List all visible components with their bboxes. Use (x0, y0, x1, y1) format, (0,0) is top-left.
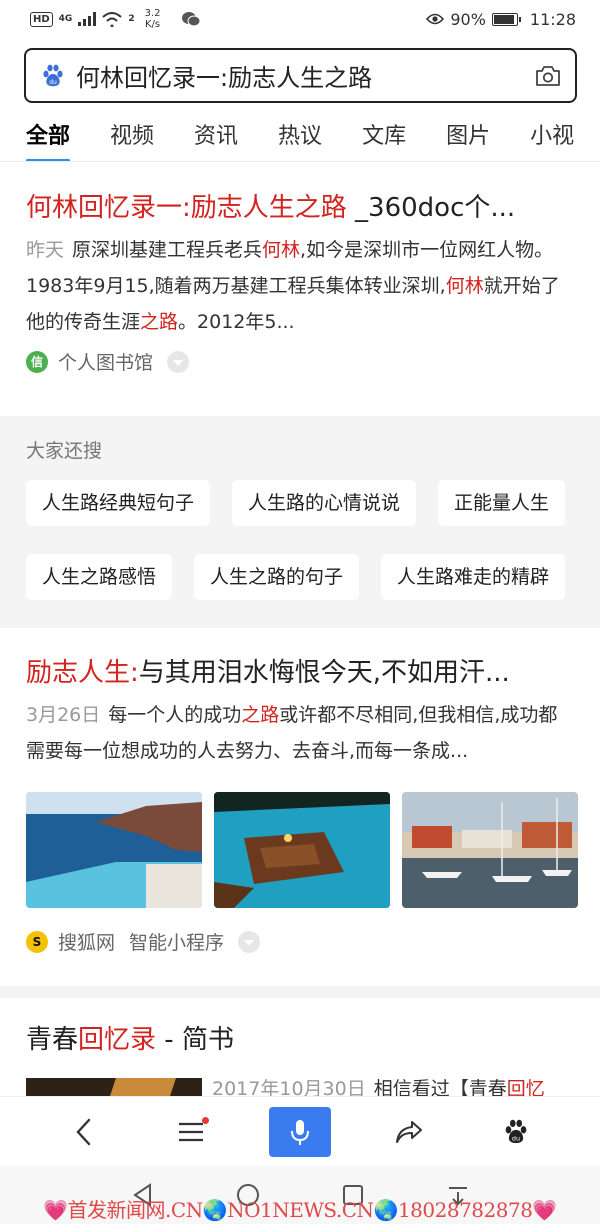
tab-all[interactable]: 全部 (26, 118, 71, 161)
result-1-source-name[interactable]: 个人图书馆 (58, 348, 153, 375)
notification-dot (202, 1116, 210, 1124)
result-1-source: 信 个人图书馆 (26, 348, 574, 375)
battery-icon (491, 12, 521, 26)
result-2-abstract: 3月26日 每一个人的成功之路或许都不尽相同,但我相信,成功都需要每一位想成功的人… (26, 697, 574, 769)
baidu-paw-icon: du (43, 64, 63, 86)
result-2-source-row: S 搜狐网 智能小程序 (0, 928, 600, 955)
camera-icon[interactable] (535, 65, 561, 87)
related-chip[interactable]: 正能量人生 (438, 480, 566, 526)
clock: 11:28 (529, 9, 576, 29)
sohu-icon: S (26, 930, 48, 953)
result-2-date: 3月26日 (26, 704, 101, 726)
result-2-source-extra[interactable]: 智能小程序 (129, 928, 224, 955)
eye-icon (426, 13, 445, 25)
related-row-2: 人生之路感悟 人生之路的句子 人生路难走的精辟 (26, 554, 566, 600)
tab-discussion[interactable]: 热议 (278, 118, 322, 161)
result-2-source: S 搜狐网 智能小程序 (26, 928, 574, 955)
related-chip[interactable]: 人生之路感悟 (26, 554, 173, 600)
library-icon: 信 (26, 350, 48, 373)
voice-search-button[interactable] (268, 1106, 331, 1157)
result-1-abs-text: 。2012年5... (178, 311, 295, 333)
wifi-icon (102, 12, 122, 27)
net-speed-value: 3.2 (144, 8, 161, 19)
result-3-title-text: 青春 (26, 1025, 79, 1055)
hd-icon: HD (30, 11, 53, 27)
result-2-abs-highlight: 之路 (241, 704, 280, 726)
related-searches: 大家还搜 人生路经典短句子 人生路的心情说说 正能量人生 人生之路感悟 人生之路… (0, 416, 600, 628)
wechat-icon (181, 12, 200, 27)
battery-percent: 90% (450, 9, 486, 29)
result-1-abstract: 昨天 原深圳基建工程兵老兵何林,如今是深圳市一位网红人物。1983年9月15,随着… (26, 232, 574, 340)
wifi-label: 2 (128, 14, 135, 24)
result-1-title-highlight: 何林回忆录一:励志人生之路 (26, 193, 347, 223)
signal-icon (78, 12, 97, 26)
result-2-source-name[interactable]: 搜狐网 (58, 928, 115, 955)
section-divider (0, 986, 600, 998)
thumbnail-harbor[interactable] (402, 792, 578, 908)
network-type: 4G (58, 14, 73, 24)
thumbnail-pool-night[interactable] (214, 792, 390, 908)
result-2-title[interactable]: 励志人生:与其用泪水悔恨今天,不如用汗... (26, 655, 574, 691)
back-arrow-icon (76, 1118, 90, 1145)
search-box[interactable]: du 何林回忆录一:励志人生之路 (24, 48, 577, 103)
menu-icon (179, 1122, 204, 1141)
category-tabs: 全部 视频 资讯 热议 文库 图片 小视 (0, 118, 600, 162)
share-icon (395, 1120, 422, 1143)
svg-text:du: du (512, 1134, 520, 1142)
bottom-toolbar: du (0, 1096, 600, 1166)
result-3-title-text: - 简书 (156, 1025, 234, 1055)
result-3-title-highlight: 回忆录 (78, 1025, 157, 1055)
result-2-images (26, 792, 578, 908)
related-chip[interactable]: 人生路难走的精辟 (381, 554, 566, 600)
search-result-2: 励志人生:与其用泪水悔恨今天,不如用汗... 3月26日 每一个人的成功之路或许都… (0, 655, 600, 769)
tab-video[interactable]: 视频 (110, 118, 154, 161)
net-speed: 3.2 K/s (145, 8, 161, 30)
related-searches-title: 大家还搜 (26, 440, 103, 462)
menu-button[interactable] (161, 1107, 221, 1157)
microphone-icon (290, 1119, 309, 1145)
result-2-title-highlight: 励志人生: (26, 658, 139, 688)
baidu-paw-icon: du (505, 1119, 527, 1143)
thumbnail-sea-cliff[interactable] (26, 792, 202, 908)
related-row-1: 人生路经典短句子 人生路的心情说说 正能量人生 (26, 480, 566, 526)
result-1-abs-text: 原深圳基建工程兵老兵 (72, 239, 263, 261)
result-3-title[interactable]: 青春回忆录 - 简书 (26, 1022, 574, 1058)
tab-news[interactable]: 资讯 (194, 118, 238, 161)
result-1-abs-highlight: 之路 (140, 311, 179, 333)
search-result-3: 青春回忆录 - 简书 (0, 1022, 600, 1058)
net-speed-unit: K/s (144, 19, 161, 30)
svg-text:du: du (49, 79, 57, 86)
share-button[interactable] (379, 1107, 439, 1157)
result-2-title-rest: 与其用泪水悔恨今天,不如用汗... (138, 658, 510, 688)
result-2-abs-text: 或许都不尽相同,但我相信,成功都需要每一位想成功的人去努力、去奋斗,而每一条成.… (26, 704, 558, 762)
chevron-down-icon[interactable] (238, 930, 261, 953)
result-1-abs-highlight: 何林 (262, 239, 301, 261)
result-1-date: 昨天 (26, 239, 65, 261)
result-2-abs-text: 每一个人的成功 (108, 704, 242, 726)
back-button[interactable] (54, 1107, 114, 1157)
result-1-title[interactable]: 何林回忆录一:励志人生之路 _360doc个... (26, 190, 574, 226)
watermark-text: 💗首发新闻网.CN🌏NO1NEWS.CN🌏18028782878💗 (43, 1198, 557, 1222)
related-chip[interactable]: 人生之路的句子 (194, 554, 360, 600)
chevron-down-icon[interactable] (167, 350, 190, 373)
tab-images[interactable]: 图片 (446, 118, 490, 161)
search-result-1: 何林回忆录一:励志人生之路 _360doc个... 昨天 原深圳基建工程兵老兵何林… (0, 190, 600, 375)
result-1-title-rest: _360doc个... (346, 193, 516, 223)
related-chip[interactable]: 人生路的心情说说 (232, 480, 417, 526)
related-chip[interactable]: 人生路经典短句子 (26, 480, 211, 526)
tab-library[interactable]: 文库 (362, 118, 406, 161)
status-bar: HD 4G 2 3.2 K/s 90% 11:28 (0, 0, 600, 38)
baidu-home-button[interactable]: du (486, 1107, 546, 1157)
result-1-abs-highlight: 何林 (445, 275, 484, 297)
tab-short-video[interactable]: 小视 (530, 118, 574, 161)
search-input[interactable]: 何林回忆录一:励志人生之路 (76, 58, 535, 93)
